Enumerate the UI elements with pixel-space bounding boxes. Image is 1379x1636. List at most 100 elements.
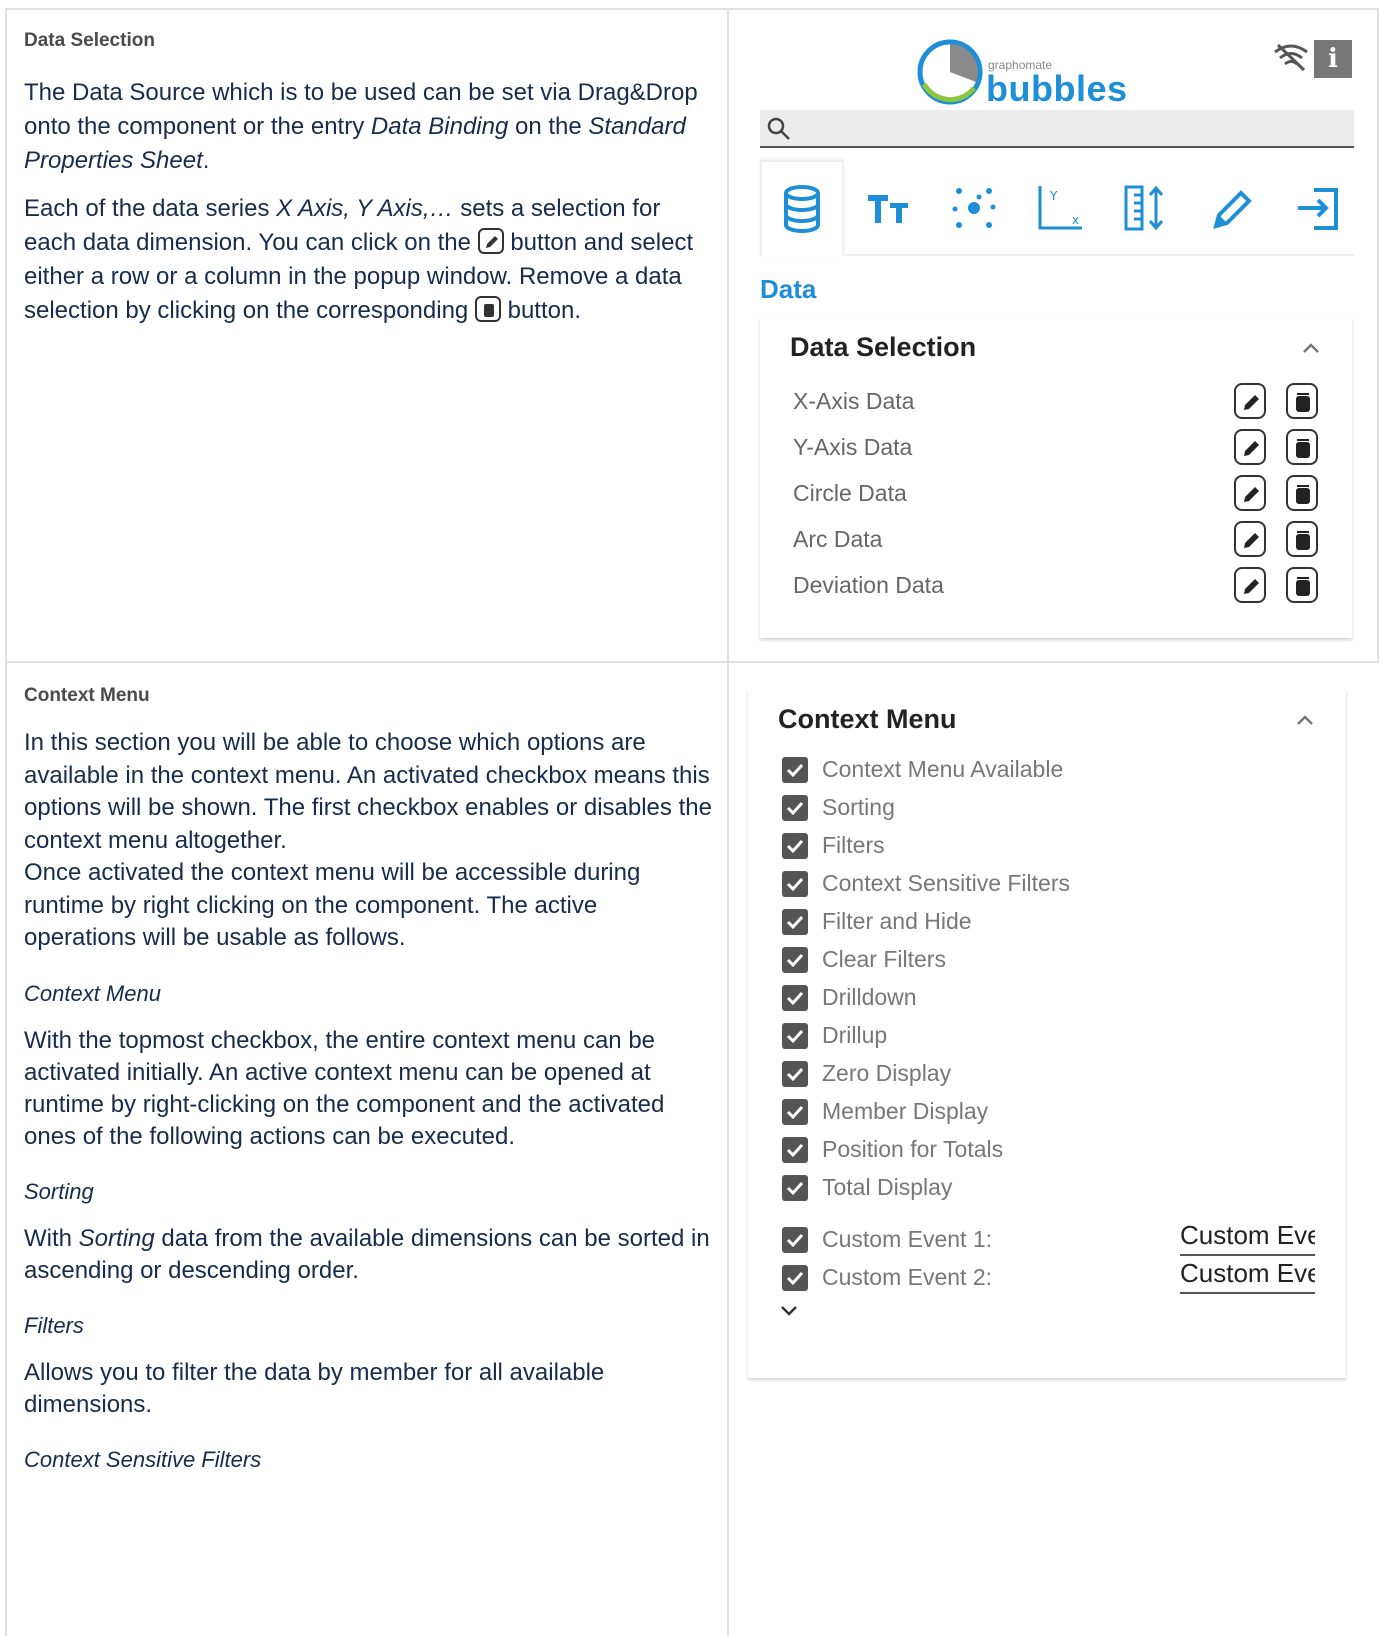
paragraph: Allows you to filter the data by member … <box>24 1358 605 1418</box>
scale-icon <box>1124 185 1164 231</box>
info-icon[interactable]: i <box>1314 40 1352 78</box>
text-run: With <box>24 1224 79 1252</box>
section-label-data: Data <box>760 274 817 304</box>
text-run: Each of the data series <box>24 195 277 222</box>
bubbles-logo-icon <box>917 39 983 105</box>
checkmark-icon <box>786 915 804 930</box>
edit-button[interactable] <box>1234 521 1266 557</box>
checkmark-icon <box>786 1029 804 1044</box>
pencil-icon <box>1244 579 1259 594</box>
trash-icon <box>1296 439 1310 458</box>
checkmark-icon <box>786 1067 804 1082</box>
data-row-label: Y-Axis Data <box>793 434 913 460</box>
data-row-label: X-Axis Data <box>793 388 915 414</box>
section-heading-data-selection: Data Selection <box>24 30 155 51</box>
section-heading-context-menu: Context Menu <box>24 685 150 706</box>
delete-button-icon <box>474 296 501 322</box>
custom-event-input[interactable]: Custom Event 1 <box>1180 1220 1315 1256</box>
checkmark-icon <box>786 1143 804 1158</box>
text-run: . <box>202 147 210 174</box>
text-run-italic: X Axis, Y Axis,… <box>276 195 454 222</box>
edit-button[interactable] <box>1234 475 1266 511</box>
data-row-label: Arc Data <box>793 526 883 552</box>
edit-button[interactable] <box>1234 567 1266 603</box>
delete-button[interactable] <box>1286 429 1318 465</box>
wifi-off-icon[interactable] <box>1272 42 1310 72</box>
custom-event-checkbox[interactable] <box>782 1227 808 1253</box>
edit-button[interactable] <box>1234 429 1266 465</box>
option-checkbox[interactable] <box>782 833 808 859</box>
subheading-filters: Filters <box>24 1312 84 1338</box>
tab-text[interactable] <box>846 160 930 256</box>
option-label: Context Menu Available <box>822 756 1064 782</box>
paragraph: In this section you will be able to choo… <box>24 729 712 854</box>
option-label: Member Display <box>822 1098 989 1124</box>
option-checkbox[interactable] <box>782 1099 808 1125</box>
option-checkbox[interactable] <box>782 947 808 973</box>
tab-data[interactable] <box>760 160 844 256</box>
pencil-icon <box>1244 487 1259 502</box>
text-run: button. <box>500 297 581 324</box>
logo-title: bubbles <box>986 68 1128 109</box>
checkmark-icon <box>786 801 804 816</box>
option-label: Total Display <box>822 1174 953 1200</box>
edit-button[interactable] <box>1234 383 1266 419</box>
text-run-italic: Data Binding <box>370 113 509 140</box>
export-icon <box>1298 188 1338 230</box>
checkmark-icon <box>786 1271 804 1286</box>
text-run-italic: Sorting <box>78 1224 155 1252</box>
option-label: Drillup <box>822 1022 888 1048</box>
trash-icon <box>1296 531 1310 550</box>
custom-event-checkbox[interactable] <box>782 1265 808 1291</box>
data-selection-paragraph-1: The Data Source which is to be used can … <box>24 76 714 178</box>
delete-button[interactable] <box>1286 521 1318 557</box>
option-label: Position for Totals <box>822 1136 1004 1162</box>
subheading-context-sensitive-filters: Context Sensitive Filters <box>24 1446 262 1472</box>
chevron-up-icon[interactable] <box>1302 342 1320 354</box>
delete-button[interactable] <box>1286 475 1318 511</box>
checkmark-icon <box>786 1181 804 1196</box>
option-checkbox[interactable] <box>782 795 808 821</box>
custom-event-input[interactable]: Custom Event 2 <box>1180 1258 1315 1294</box>
option-checkbox[interactable] <box>782 985 808 1011</box>
checkmark-icon <box>786 877 804 892</box>
card-title: Data Selection <box>790 332 977 362</box>
card-title: Context Menu <box>778 704 957 734</box>
svg-text:Y: Y <box>1049 189 1058 203</box>
pencil-icon <box>1244 441 1259 456</box>
search-input[interactable] <box>760 110 1354 148</box>
pencil-icon <box>1213 190 1252 229</box>
trash-icon <box>1296 485 1310 504</box>
delete-button[interactable] <box>1286 383 1318 419</box>
column-divider <box>727 8 729 1636</box>
option-checkbox[interactable] <box>782 1023 808 1049</box>
option-label: Filter and Hide <box>822 908 972 934</box>
svg-text:x: x <box>1072 213 1079 227</box>
option-checkbox[interactable] <box>782 1061 808 1087</box>
chevron-up-icon[interactable] <box>1296 714 1314 726</box>
option-label: Sorting <box>822 794 895 820</box>
option-checkbox[interactable] <box>782 1137 808 1163</box>
delete-button[interactable] <box>1286 567 1318 603</box>
option-checkbox[interactable] <box>782 909 808 935</box>
option-checkbox[interactable] <box>782 871 808 897</box>
axis-icon: Y x <box>1038 186 1082 230</box>
scatter-icon <box>952 188 996 228</box>
option-checkbox[interactable] <box>782 757 808 783</box>
option-checkbox[interactable] <box>782 1175 808 1201</box>
search-icon <box>767 117 790 140</box>
option-label: Drilldown <box>822 984 917 1010</box>
pencil-icon <box>1244 395 1259 410</box>
tab-export[interactable] <box>1276 160 1360 256</box>
tab-axis[interactable]: Y x <box>1018 160 1102 256</box>
tab-style[interactable] <box>1190 160 1274 256</box>
property-tabs: Y x <box>760 160 1354 256</box>
paragraph: With Sorting data from the available dim… <box>24 1223 714 1287</box>
tab-scale[interactable] <box>1104 160 1188 256</box>
database-icon <box>784 185 820 233</box>
trash-icon <box>1296 393 1310 412</box>
data-row-label: Circle Data <box>793 480 907 506</box>
pencil-icon <box>1244 533 1259 548</box>
tab-bubbles[interactable] <box>932 160 1016 256</box>
chevron-down-icon[interactable] <box>780 1304 798 1316</box>
